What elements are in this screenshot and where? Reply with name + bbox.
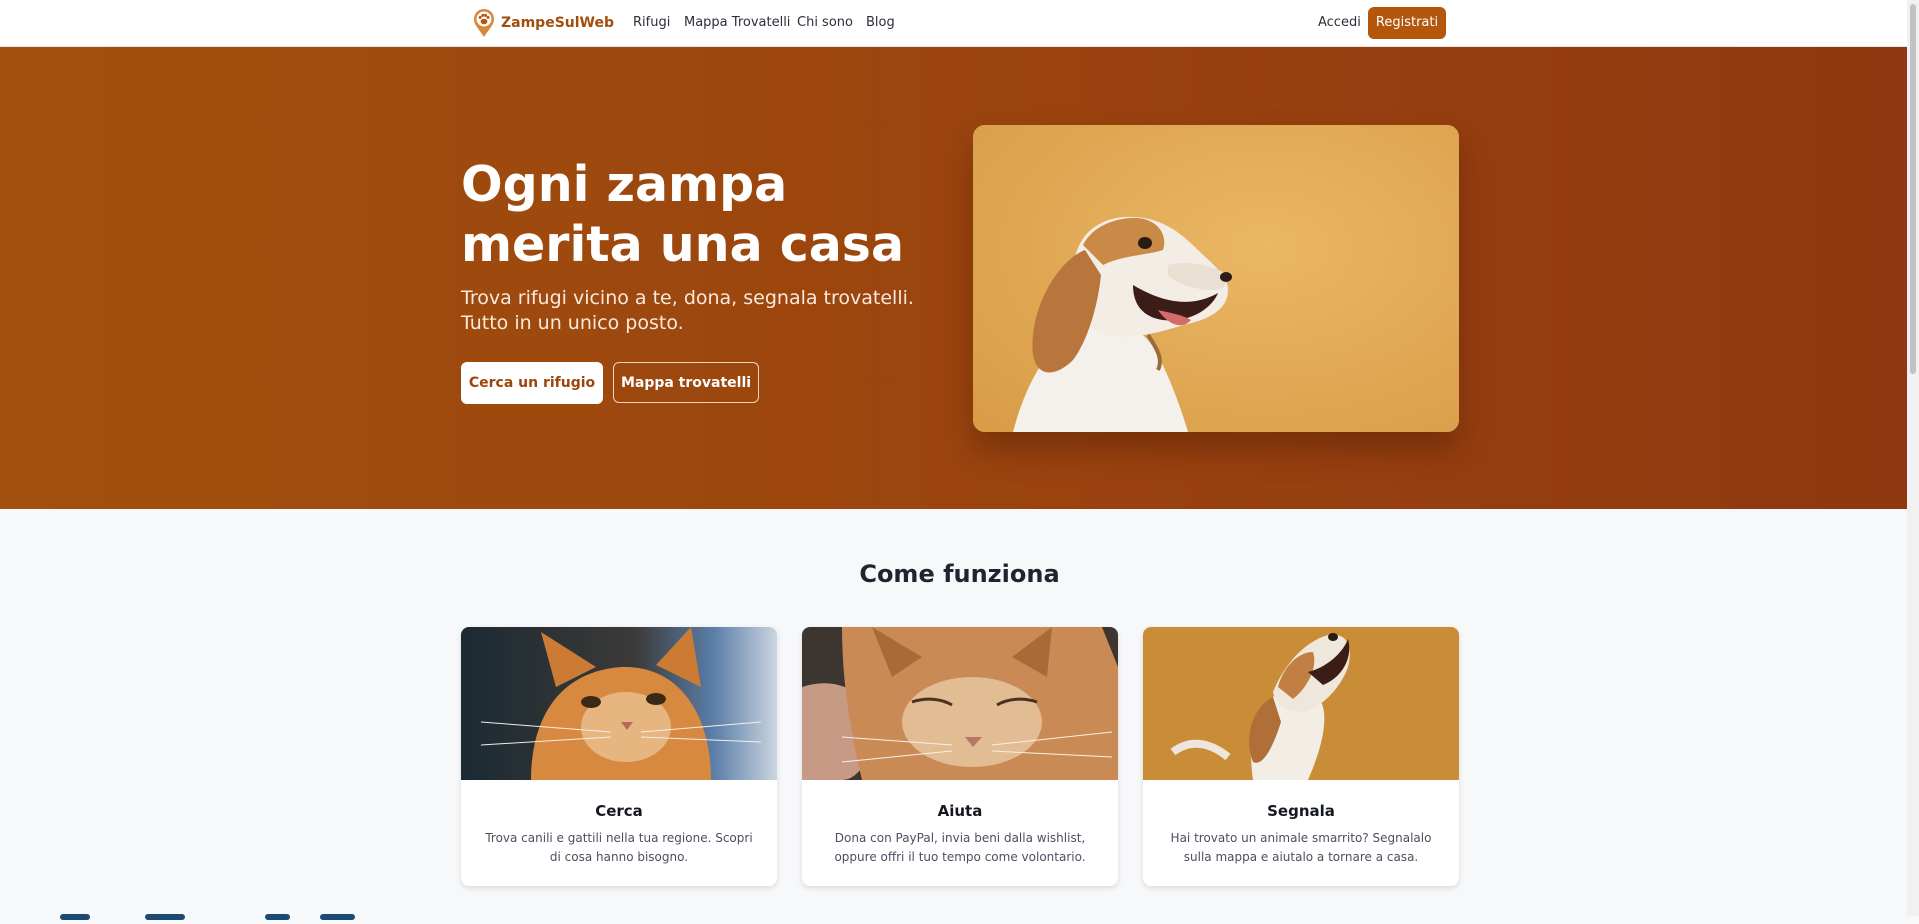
nav-link-blog[interactable]: Blog xyxy=(866,15,895,30)
card-description: Hai trovato un animale smarrito? Segnala… xyxy=(1170,831,1432,864)
nav-link-mappa-trovatelli[interactable]: Mappa Trovatelli xyxy=(684,15,790,30)
strays-map-button[interactable]: Mappa trovatelli xyxy=(613,362,759,403)
hero-dog-photo xyxy=(973,125,1459,432)
next-section-peek xyxy=(50,905,370,920)
cat-closeup-photo xyxy=(802,627,1118,780)
card-report[interactable]: Segnala Hai trovato un animale smarrito?… xyxy=(1143,627,1459,886)
brand-logo[interactable]: ZampeSulWeb xyxy=(472,8,614,38)
card-title: Cerca xyxy=(595,802,643,820)
card-title: Aiuta xyxy=(937,802,983,820)
nav-link-rifugi[interactable]: Rifugi xyxy=(633,15,670,30)
hero-title: Ogni zampa merita una casa xyxy=(461,156,905,273)
register-button[interactable]: Registrati xyxy=(1368,7,1446,39)
card-description: Dona con PayPal, invia beni dalla wishli… xyxy=(834,831,1086,864)
brand-name: ZampeSulWeb xyxy=(501,15,615,31)
card-title: Segnala xyxy=(1267,802,1335,820)
hero-section: Ogni zampa merita una casa Trova rifugi … xyxy=(0,47,1919,509)
cat-photo xyxy=(461,627,777,780)
card-description: Trova canili e gattili nella tua regione… xyxy=(485,831,753,864)
card-search[interactable]: Cerca Trova canili e gattili nella tua r… xyxy=(461,627,777,886)
scrollbar-thumb[interactable] xyxy=(1910,4,1916,374)
dog-photo xyxy=(1143,627,1459,780)
paw-pin-icon xyxy=(472,8,496,38)
card-help[interactable]: Aiuta Dona con PayPal, invia beni dalla … xyxy=(802,627,1118,886)
nav-link-chi-sono[interactable]: Chi sono xyxy=(797,15,853,30)
hero-subtitle: Trova rifugi vicino a te, dona, segnala … xyxy=(461,287,914,334)
search-shelter-button[interactable]: Cerca un rifugio xyxy=(461,362,603,404)
login-link[interactable]: Accedi xyxy=(1318,15,1361,30)
page-scrollbar[interactable] xyxy=(1907,0,1919,916)
how-it-works-title: Come funziona xyxy=(859,560,1060,588)
top-navbar: ZampeSulWeb Rifugi Mappa Trovatelli Chi … xyxy=(0,0,1919,47)
